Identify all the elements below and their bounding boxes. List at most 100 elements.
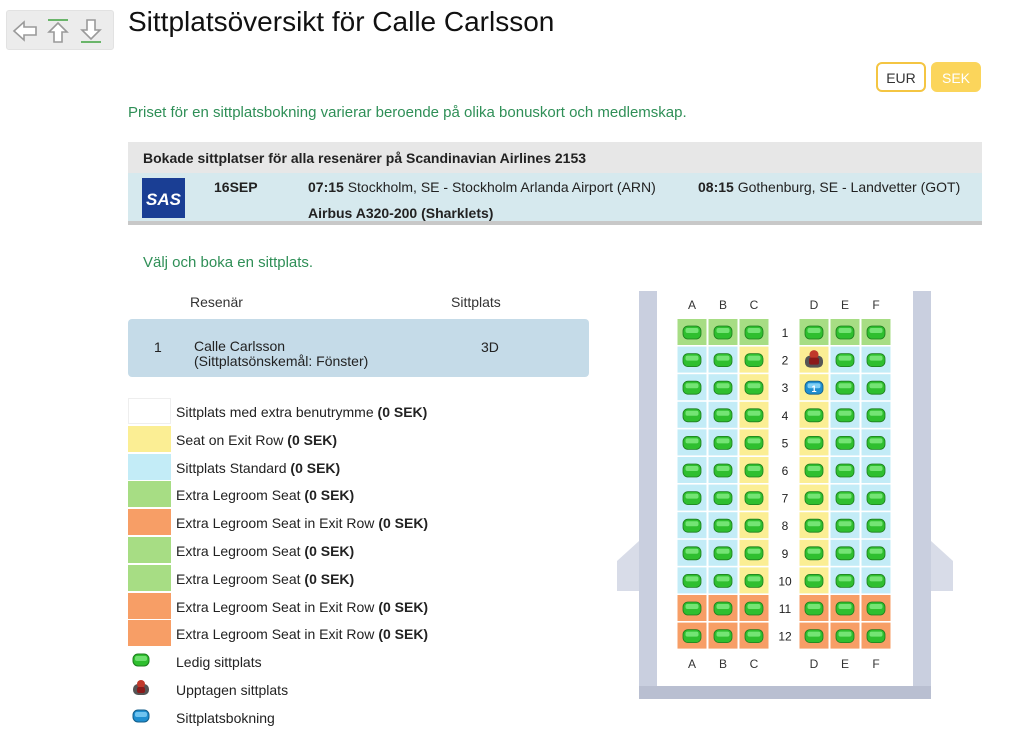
- seat-10A[interactable]: [682, 573, 702, 588]
- seat-1F[interactable]: [866, 325, 886, 340]
- seat-11D[interactable]: [804, 601, 824, 616]
- seat-11E[interactable]: [835, 601, 855, 616]
- seat-7A[interactable]: [682, 491, 702, 506]
- seat-12D[interactable]: [804, 629, 824, 644]
- seat-5A[interactable]: [682, 435, 702, 450]
- seat-7C[interactable]: [744, 491, 764, 506]
- seat-6F[interactable]: [866, 463, 886, 478]
- seat-8D[interactable]: [804, 518, 824, 533]
- legend-swatch: [128, 592, 171, 619]
- column-label-bottom: F: [872, 657, 879, 671]
- seat-12E[interactable]: [835, 629, 855, 644]
- seat-2E[interactable]: [835, 353, 855, 367]
- seat-9D[interactable]: [804, 546, 824, 561]
- seat-9B[interactable]: [713, 546, 733, 561]
- passenger-number: 1: [154, 339, 162, 355]
- seat-3C[interactable]: [744, 380, 764, 395]
- seat-10B[interactable]: [713, 573, 733, 588]
- seat-10C[interactable]: [744, 573, 764, 588]
- seat-8C[interactable]: [744, 518, 764, 533]
- legend-item: Sittplats med extra benutrymme (0 SEK): [128, 398, 548, 426]
- seat-4D[interactable]: [804, 408, 824, 423]
- seat-10F[interactable]: [866, 573, 886, 588]
- seat-legend: Sittplats med extra benutrymme (0 SEK) S…: [128, 398, 548, 732]
- seat-1D[interactable]: [804, 325, 824, 340]
- seat-4F[interactable]: [866, 408, 886, 423]
- seat-5D[interactable]: [804, 435, 824, 450]
- legend-item-occupied: Upptagen sittplats: [128, 676, 548, 704]
- seat-7D[interactable]: [804, 491, 824, 506]
- sas-logo: SAS: [142, 178, 185, 218]
- seat-9C[interactable]: [744, 546, 764, 561]
- seat-7B[interactable]: [713, 491, 733, 506]
- seat-4E[interactable]: [835, 408, 855, 423]
- seat-available-icon: [130, 648, 152, 673]
- column-label-top: D: [810, 298, 819, 312]
- legend-swatch: [128, 509, 171, 536]
- scroll-top-icon[interactable]: [44, 17, 72, 45]
- seat-3F[interactable]: [866, 380, 886, 395]
- seat-3D[interactable]: 1: [804, 380, 824, 395]
- seat-4A[interactable]: [682, 408, 702, 423]
- legend-item-available: Ledig sittplats: [128, 648, 548, 676]
- seat-1A[interactable]: [682, 325, 702, 340]
- seat-12A[interactable]: [682, 629, 702, 644]
- seat-5B[interactable]: [713, 435, 733, 450]
- seat-2F[interactable]: [866, 353, 886, 367]
- arrival: 08:15 Gothenburg, SE - Landvetter (GOT): [698, 179, 961, 195]
- legend-swatch: [128, 564, 171, 591]
- seat-3E[interactable]: [835, 380, 855, 395]
- seat-6A[interactable]: [682, 463, 702, 478]
- seat-12B[interactable]: [713, 629, 733, 644]
- seat-11B[interactable]: [713, 601, 733, 616]
- seat-5E[interactable]: [835, 435, 855, 450]
- row-number: 12: [778, 630, 792, 644]
- seat-map-svg: AABBCCDDEEFF1213456789101112: [617, 291, 953, 699]
- seat-6B[interactable]: [713, 463, 733, 478]
- departure: 07:15 Stockholm, SE - Stockholm Arlanda …: [308, 179, 656, 195]
- passenger-column-header: Resenär: [190, 294, 243, 310]
- back-icon[interactable]: [11, 17, 39, 45]
- currency-sek-button[interactable]: SEK: [931, 62, 981, 92]
- row-number: 9: [782, 547, 789, 561]
- passenger-row[interactable]: 1 Calle Carlsson (Sittplatsönskemål: Fön…: [128, 319, 589, 377]
- seat-2C[interactable]: [744, 353, 764, 367]
- column-label-top: F: [872, 298, 879, 312]
- seat-10E[interactable]: [835, 573, 855, 588]
- flight-date: 16SEP: [214, 179, 258, 195]
- seat-11C[interactable]: [744, 601, 764, 616]
- seat-11F[interactable]: [866, 601, 886, 616]
- seat-3B[interactable]: [713, 380, 733, 395]
- seat-4B[interactable]: [713, 408, 733, 423]
- seat-9E[interactable]: [835, 546, 855, 561]
- seat-8B[interactable]: [713, 518, 733, 533]
- seat-6C[interactable]: [744, 463, 764, 478]
- assigned-seat: 3D: [481, 339, 499, 355]
- seat-8F[interactable]: [866, 518, 886, 533]
- seat-11A[interactable]: [682, 601, 702, 616]
- legend-item: Extra Legroom Seat in Exit Row (0 SEK): [128, 620, 548, 648]
- seat-3A[interactable]: [682, 380, 702, 395]
- seat-6E[interactable]: [835, 463, 855, 478]
- currency-eur-button[interactable]: EUR: [876, 62, 926, 92]
- seat-1E[interactable]: [835, 325, 855, 340]
- seat-7F[interactable]: [866, 491, 886, 506]
- seat-5C[interactable]: [744, 435, 764, 450]
- seat-2A[interactable]: [682, 353, 702, 367]
- seat-8A[interactable]: [682, 518, 702, 533]
- seat-5F[interactable]: [866, 435, 886, 450]
- seat-12F[interactable]: [866, 629, 886, 644]
- seat-12C[interactable]: [744, 629, 764, 644]
- seat-9F[interactable]: [866, 546, 886, 561]
- seat-9A[interactable]: [682, 546, 702, 561]
- seat-8E[interactable]: [835, 518, 855, 533]
- seat-1C[interactable]: [744, 325, 764, 340]
- seat-2B[interactable]: [713, 353, 733, 367]
- seat-10D[interactable]: [804, 573, 824, 588]
- seat-4C[interactable]: [744, 408, 764, 423]
- seat-1B[interactable]: [713, 325, 733, 340]
- seat-6D[interactable]: [804, 463, 824, 478]
- legend-swatch: [128, 536, 171, 563]
- seat-7E[interactable]: [835, 491, 855, 506]
- scroll-bottom-icon[interactable]: [77, 17, 105, 45]
